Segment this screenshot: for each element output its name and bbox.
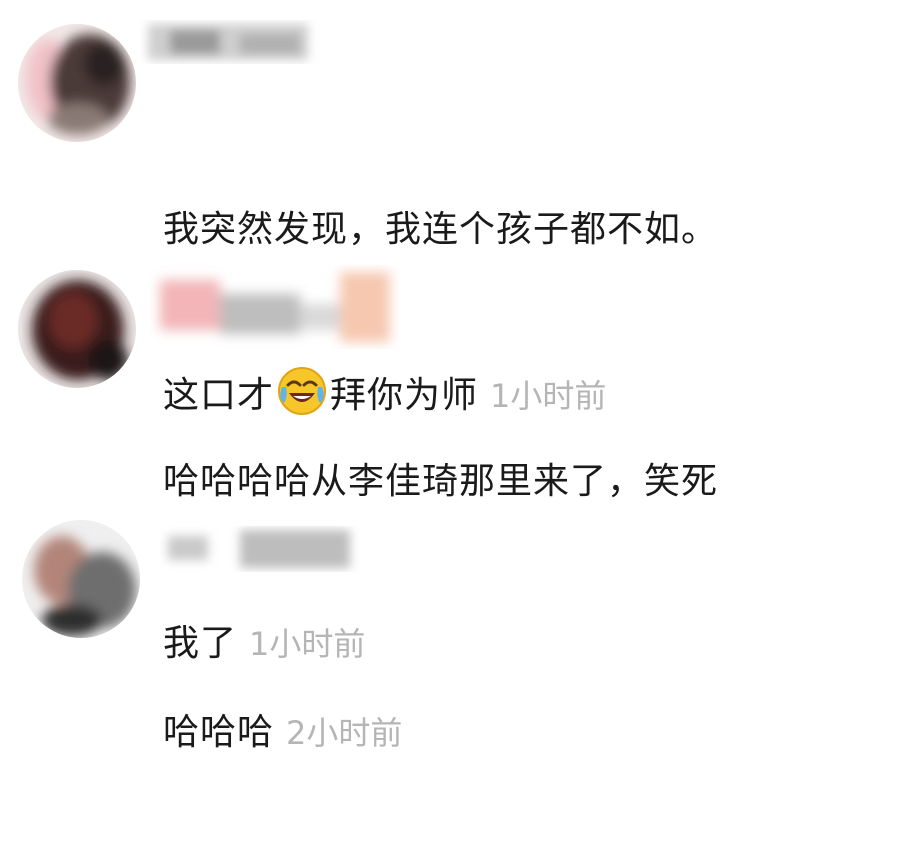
avatar[interactable] [18,24,136,142]
username-blurred[interactable] [140,14,320,70]
avatar[interactable] [18,270,136,388]
timestamp: 2小时前 [286,714,403,752]
comment-text-segment: 哈哈哈 [163,712,275,753]
avatar[interactable] [22,520,140,638]
comment-item-2: 哈哈哈哈从李佳琦那里来了，笑死 我了 1小时前 [0,240,924,664]
username-blurred[interactable] [150,264,400,354]
comment-item-1: 我突然发现，我连个孩子都不如。 这口才 拜你为师 1小时前 [0,0,924,416]
username-blurred[interactable] [160,520,360,576]
comment-line: 哈哈哈 2小时前 [163,706,402,760]
comment-text: 哈哈哈 2小时前 [163,598,402,868]
comment-item-3: 哈哈哈 2小时前 [0,480,924,753]
